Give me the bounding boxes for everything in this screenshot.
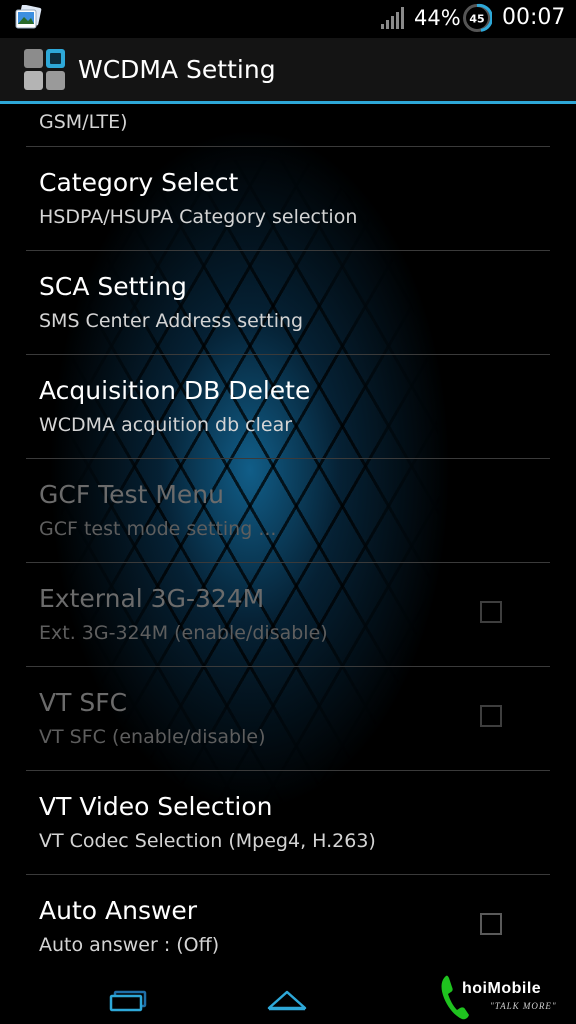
list-item-title: Acquisition DB Delete	[39, 376, 311, 405]
battery-percent: 44%	[414, 6, 461, 30]
clock: 00:07	[502, 5, 566, 30]
app-grid-icon	[24, 49, 65, 90]
screen: 44% 45 00:07 WCDMA Setting GSM/LTE) Cate…	[0, 0, 576, 1024]
list-item-summary: GSM/LTE)	[39, 111, 128, 133]
auto-answer-checkbox[interactable]	[480, 913, 502, 935]
battery-circle-icon: 45	[463, 3, 492, 32]
picture-notification-icon	[15, 5, 42, 29]
list-item-title: VT SFC	[39, 688, 128, 717]
list-item-summary: Auto answer : (Off)	[39, 934, 220, 956]
recent-apps-icon[interactable]	[108, 990, 150, 1012]
list-item-vt-sfc: VT SFC VT SFC (enable/disable)	[26, 667, 550, 771]
list-item-summary: HSDPA/HSUPA Category selection	[39, 206, 358, 228]
list-item-vt-video-selection[interactable]: VT Video Selection VT Codec Selection (M…	[26, 771, 550, 875]
watermark: hoiMobile "TALK MORE"	[428, 970, 576, 1024]
list-item-acquisition-db-delete[interactable]: Acquisition DB Delete WCDMA acquition db…	[26, 355, 550, 459]
list-item-summary: GCF test mode setting ...	[39, 518, 277, 540]
list-item-sca-setting[interactable]: SCA Setting SMS Center Address setting	[26, 251, 550, 355]
list-item-summary: SMS Center Address setting	[39, 310, 304, 332]
list-item-title: Category Select	[39, 168, 239, 197]
list-item-title: SCA Setting	[39, 272, 187, 301]
list-item-external-3g-324m: External 3G-324M Ext. 3G-324M (enable/di…	[26, 563, 550, 667]
list-item-auto-answer[interactable]: Auto Answer Auto answer : (Off)	[26, 875, 550, 978]
action-bar: WCDMA Setting	[0, 38, 576, 104]
watermark-brand: hoiMobile	[462, 980, 542, 997]
list-item-title: GCF Test Menu	[39, 480, 224, 509]
vt-sfc-checkbox	[480, 705, 502, 727]
list-item-summary: VT SFC (enable/disable)	[39, 726, 266, 748]
list-item-summary: WCDMA acquition db clear	[39, 414, 293, 436]
external-3g-324m-checkbox	[480, 601, 502, 623]
list-item-category-select[interactable]: Category Select HSDPA/HSUPA Category sel…	[26, 147, 550, 251]
battery-badge: 45	[469, 13, 484, 26]
list-item-partial[interactable]: GSM/LTE)	[26, 104, 550, 147]
page-title: WCDMA Setting	[78, 55, 276, 84]
list-item-gcf-test-menu: GCF Test Menu GCF test mode setting ...	[26, 459, 550, 563]
settings-list[interactable]: GSM/LTE) Category Select HSDPA/HSUPA Cat…	[0, 104, 576, 978]
list-item-title: VT Video Selection	[39, 792, 273, 821]
list-item-title: External 3G-324M	[39, 584, 265, 613]
status-bar: 44% 45 00:07	[0, 0, 576, 38]
list-item-summary: Ext. 3G-324M (enable/disable)	[39, 622, 328, 644]
watermark-tagline: "TALK MORE"	[490, 1001, 557, 1011]
list-item-title: Auto Answer	[39, 896, 198, 925]
home-icon[interactable]	[266, 988, 308, 1012]
list-item-summary: VT Codec Selection (Mpeg4, H.263)	[39, 830, 376, 852]
signal-strength-icon	[381, 7, 404, 29]
